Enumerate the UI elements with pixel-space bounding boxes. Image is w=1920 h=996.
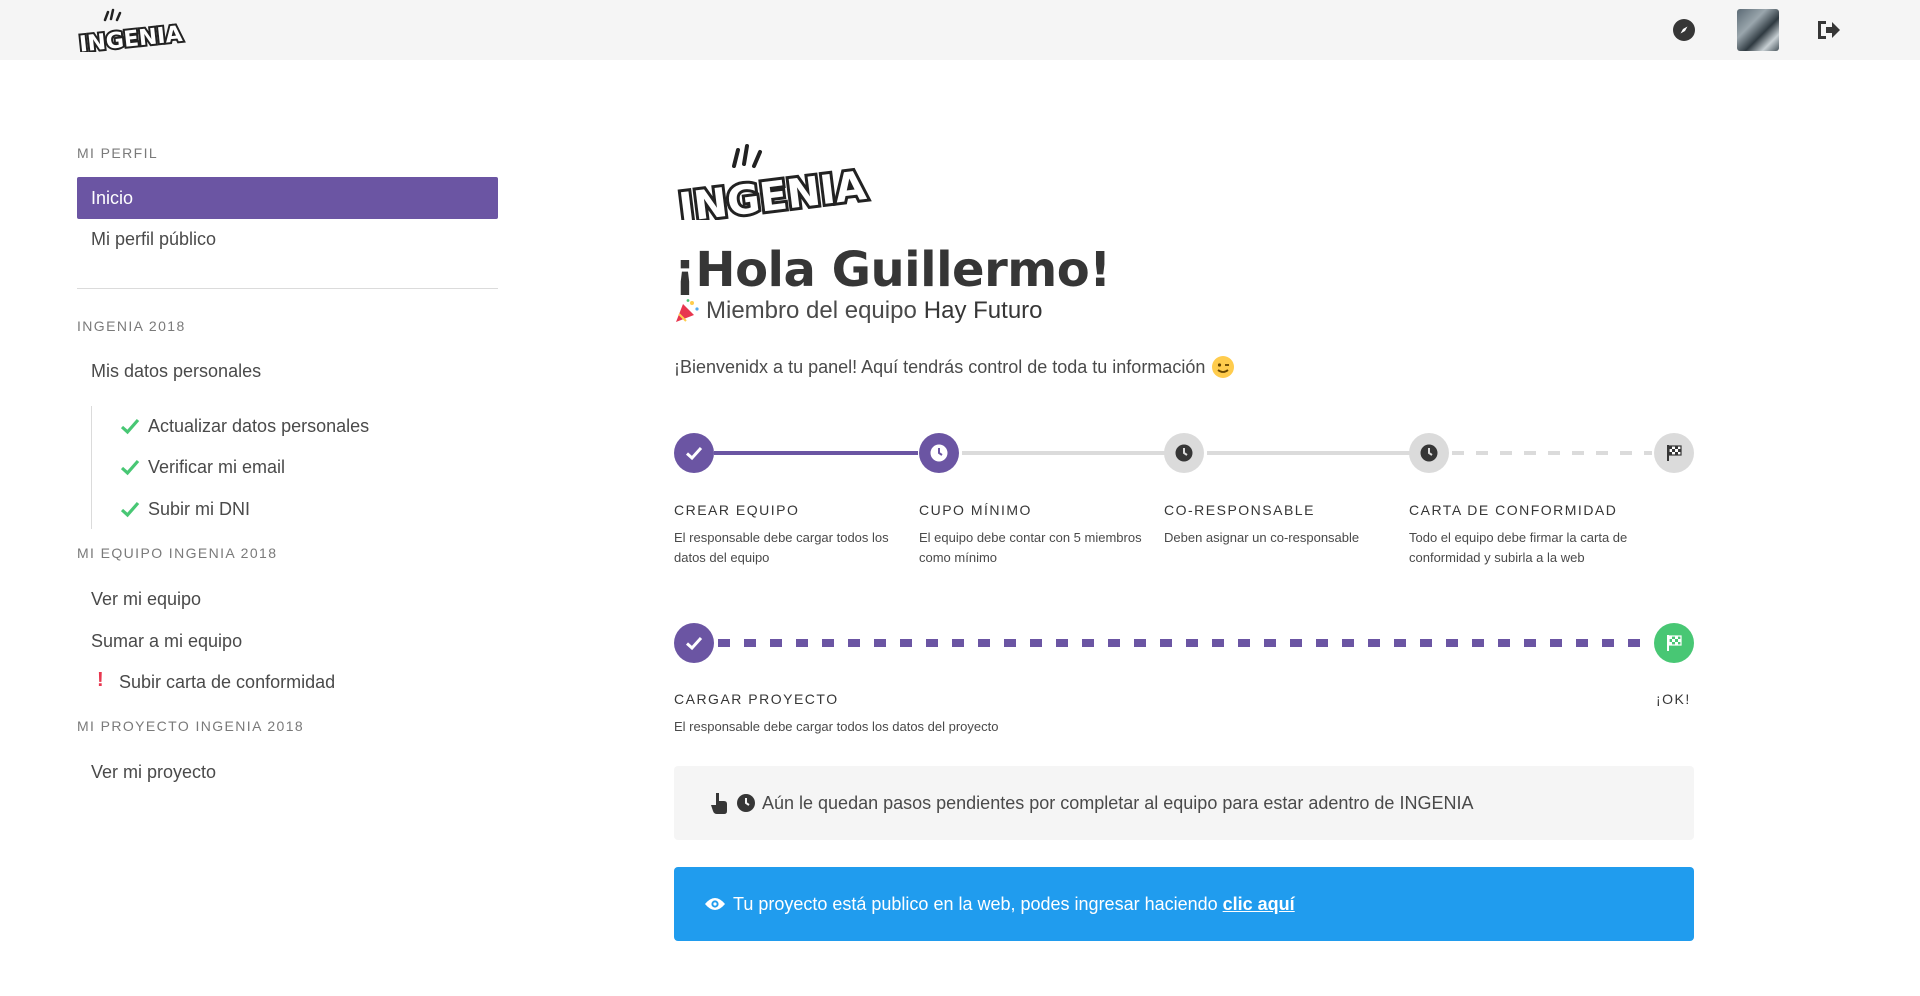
svg-text:INGENIA: INGENIA [677,163,869,220]
avatar[interactable] [1737,9,1779,51]
subitem-label: Subir mi DNI [148,499,251,519]
menu-label-mi-perfil: MI PERFIL [77,145,159,161]
sidebar-item-ver-proyecto[interactable]: Ver mi proyecto [77,751,498,793]
check-icon [120,501,140,518]
sign-out-icon[interactable] [1814,16,1842,44]
step-ok-marker [1654,623,1694,663]
step-title: CO-RESPONSABLE [1164,502,1315,518]
progress-segment-project [718,639,1652,647]
checkered-flag-icon [1667,445,1682,461]
wink-emoji-icon [1212,356,1235,378]
step-carta-marker [1409,433,1449,473]
top-navbar: INGENIA [0,0,1920,60]
check-icon [685,636,703,651]
progress-segment-1 [714,451,918,455]
menu-label-ingenia-2018: INGENIA 2018 [77,318,186,334]
check-icon [120,459,140,476]
clock-icon [1175,444,1193,462]
step-co-responsable-marker [1164,433,1204,473]
sidebar-item-ver-equipo[interactable]: Ver mi equipo [77,578,498,620]
step-desc: El responsable debe cargar todos los dat… [674,530,889,565]
progress-segment-3 [1207,451,1412,455]
subitem-actualizar-datos[interactable]: Actualizar datos personales [120,411,369,441]
step-cargar-proyecto-marker [674,623,714,663]
sidebar-item-perfil-publico[interactable]: Mi perfil público [77,218,498,260]
step-desc: Todo el equipo debe firmar la carta de c… [1409,530,1628,565]
ingenia-logo-large: INGENIA [674,144,872,220]
subitem-subir-dni[interactable]: Subir mi DNI [120,494,250,524]
pending-steps-notice: Aún le quedan pasos pendientes por compl… [674,766,1694,840]
clock-icon [930,444,948,462]
step-title: CARTA DE CONFORMIDAD [1409,502,1618,518]
project-link[interactable]: clic aquí [1223,894,1295,915]
public-project-notice: Tu proyecto está publico en la web, pode… [674,867,1694,941]
menu-label-mi-proyecto: MI PROYECTO INGENIA 2018 [77,718,305,734]
step-title: CUPO MÍNIMO [919,502,1032,518]
clock-icon [1420,444,1438,462]
party-popper-icon [676,299,699,322]
progress-segment-2 [962,451,1167,455]
clock-icon [737,794,755,812]
sidebar-item-sumar-equipo[interactable]: Sumar a mi equipo [77,620,498,662]
sidebar-item-carta-conformidad[interactable]: Subir carta de conformidad [77,661,498,703]
subitem-label: Verificar mi email [148,457,286,477]
svg-text:INGENIA: INGENIA [78,22,183,52]
step-title: CREAR EQUIPO [674,502,800,518]
step-title-ok: ¡OK! [1656,691,1691,707]
subitem-label: Actualizar datos personales [148,416,370,436]
progress-segment-4 [1452,451,1652,455]
welcome-message: ¡Bienvenidx a tu panel! Aquí tendrás con… [674,356,1206,377]
sidebar-item-datos-personales[interactable]: Mis datos personales [77,350,498,392]
menu-label-mi-equipo: MI EQUIPO INGENIA 2018 [77,545,278,561]
welcome-text: ¡Bienvenidx a tu panel! Aquí tendrás con… [674,355,1235,379]
checkered-flag-icon [1667,635,1682,651]
step-crear-equipo-marker [674,433,714,473]
team-name: Hay Futuro [923,297,1043,324]
submenu-line [91,406,92,529]
menu-divider [77,288,498,289]
team-subtitle: Miembro del equipo Hay Futuro [674,297,1043,325]
step-title: CARGAR PROYECTO [674,691,839,707]
info-text: Tu proyecto está publico en la web, pode… [733,893,1218,914]
subitem-verificar-email[interactable]: Verificar mi email [120,452,285,482]
subtitle-prefix: Miembro del equipo [706,297,917,324]
step-finish-marker [1654,433,1694,473]
ingenia-logo[interactable]: INGENIA [77,8,189,52]
compass-icon[interactable] [1670,16,1698,44]
step-cupo-minimo-marker [919,433,959,473]
check-icon [120,418,140,435]
sidebar-item-inicio[interactable]: Inicio [77,177,498,219]
eye-icon [705,898,725,910]
notice-text: Aún le quedan pasos pendientes por compl… [762,792,1474,813]
check-icon [685,446,703,461]
step-desc: Deben asignar un co-responsable [1164,530,1360,545]
step-desc: El equipo debe contar con 5 miembros com… [919,530,1142,565]
step-desc: El responsable debe cargar todos los dat… [674,719,999,734]
greeting-title: ¡Hola Guillermo! [674,242,1111,298]
pointing-hand-icon [711,793,727,814]
